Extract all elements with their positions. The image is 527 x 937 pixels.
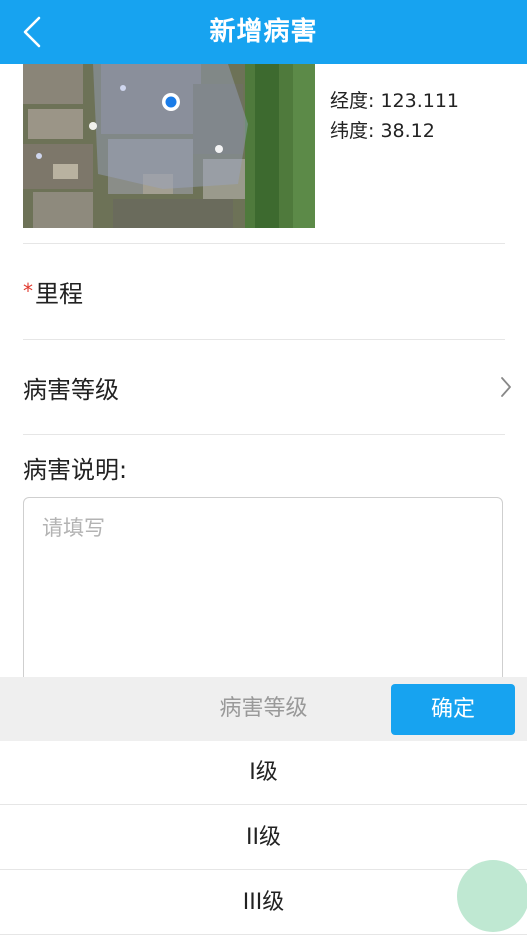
mileage-field[interactable]: * 里程	[23, 244, 513, 338]
map-preview[interactable]	[23, 64, 315, 228]
page-title: 新增病害	[209, 17, 318, 47]
picker-option-level-1[interactable]: I级	[0, 741, 527, 805]
required-mark: *	[23, 279, 33, 303]
mileage-label: 里程	[35, 279, 83, 308]
app-screen: 新增病害 经度: 123.111 纬度: 38.12 * 里程 病害等级 病害说…	[0, 0, 527, 937]
latitude-row: 纬度: 38.12	[330, 116, 459, 146]
description-label: 病害说明:	[23, 456, 128, 484]
longitude-label: 经度:	[330, 90, 375, 112]
picker-toolbar: 病害等级 确定	[0, 677, 527, 741]
damage-level-label: 病害等级	[23, 375, 119, 404]
description-textarea[interactable]	[23, 497, 503, 697]
picker-option-level-3[interactable]: III级	[0, 871, 527, 935]
confirm-button[interactable]: 确定	[391, 684, 515, 735]
floating-assistive-button[interactable]	[457, 860, 527, 932]
coordinates-display: 经度: 123.111 纬度: 38.12	[330, 86, 459, 146]
latitude-label: 纬度:	[330, 120, 375, 142]
damage-level-picker: 病害等级 确定 I级 II级 III级	[0, 677, 527, 937]
satellite-map-image	[23, 64, 315, 228]
latitude-value: 38.12	[380, 120, 435, 142]
chevron-right-icon	[501, 377, 511, 397]
longitude-row: 经度: 123.111	[330, 86, 459, 116]
picker-option-level-2[interactable]: II级	[0, 806, 527, 870]
longitude-value: 123.111	[380, 90, 460, 112]
divider	[23, 434, 505, 435]
header-bar: 新增病害	[0, 0, 527, 64]
damage-level-selector[interactable]: 病害等级	[23, 340, 513, 434]
